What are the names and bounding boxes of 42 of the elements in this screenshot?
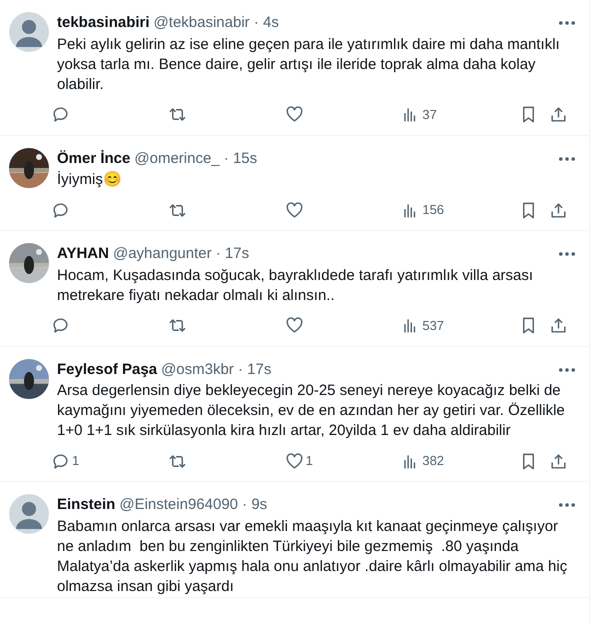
- default-avatar[interactable]: [9, 494, 49, 534]
- user-name[interactable]: tekbasinabiri: [57, 12, 150, 34]
- more-icon: [559, 21, 575, 26]
- user-name[interactable]: Einstein: [57, 494, 116, 516]
- reply-icon: [51, 452, 70, 470]
- heart-icon: [284, 200, 304, 220]
- user-name[interactable]: Feylesof Paşa: [57, 358, 158, 381]
- share-icon: [549, 200, 568, 220]
- tweet-text: Peki aylık gelirin az ise eline geçen para ile yatırımlık daire mi daha mantıklı yoksa tarla mı. Bence daire, gelir artışı ile ileride toprak alma daha kolay olabilir.: [57, 34, 561, 94]
- reply-button[interactable]: 1: [51, 451, 168, 471]
- more-icon: [559, 503, 575, 508]
- user-handle[interactable]: @ayhangunter · 17s: [112, 243, 250, 266]
- views-button[interactable]: 37: [401, 104, 520, 124]
- views-button[interactable]: 156: [401, 200, 520, 220]
- tweet-text: Hocam, Kuşadasında soğucak, bayraklıdede tarafı yatırımlık villa arsası metrekare fiyatı nekadar olmalı ki alınsın..: [57, 266, 534, 306]
- user-name[interactable]: AYHAN: [57, 243, 109, 266]
- repost-icon: [168, 316, 187, 335]
- user-handle[interactable]: @tekbasinabir · 4s: [154, 12, 279, 34]
- more-icon: [559, 252, 575, 256]
- share-icon: [549, 105, 568, 124]
- reply-icon: [51, 200, 70, 220]
- reply-icon: [51, 316, 70, 335]
- user-handle[interactable]: @Einstein964090 · 9s: [119, 494, 268, 516]
- reply-icon: [51, 105, 70, 124]
- like-button[interactable]: 1: [284, 451, 402, 471]
- tweet-text: Arsa degerlensin diye bekleyecegin 20-25 seneyi nereye koyacağız belki de kaymağını yiyemeden öleceksin, ev de en azından her ay getiri var. Özellikle 1+0 1+1 sık sirkülasyonla kira hızlı artar, 20yilda 1 ev daha aldirabilir: [57, 381, 566, 441]
- user-name[interactable]: Ömer İnce: [57, 148, 130, 170]
- tweet-text: İyiymiş😊: [57, 170, 123, 190]
- heart-icon: [284, 452, 304, 470]
- repost-icon: [168, 105, 187, 124]
- user-handle[interactable]: @osm3kbr · 17s: [161, 358, 272, 381]
- share-icon: [549, 452, 568, 470]
- more-icon: [559, 368, 575, 372]
- default-avatar[interactable]: [9, 12, 49, 52]
- more-icon: [559, 156, 575, 161]
- share-icon: [549, 316, 568, 335]
- heart-icon: [284, 316, 304, 335]
- views-button[interactable]: 382: [401, 451, 520, 471]
- views-button[interactable]: 537: [401, 316, 520, 336]
- user-handle[interactable]: @omerince_ · 15s: [134, 148, 258, 170]
- tweet-text: Babamın onlarca arsası var emekli maaşıyla kıt kanaat geçinmeye çalışıyor ne anladım ben bu zenginlikten Türkiyeyi bile gezmemiş .80 yaşında Malatya’da askerlik yapmış hala onu anlatıyor .daire kârlı olmayabilir ama hiç olmazsa insan gibi yaşardı: [57, 516, 568, 596]
- heart-icon: [284, 105, 304, 124]
